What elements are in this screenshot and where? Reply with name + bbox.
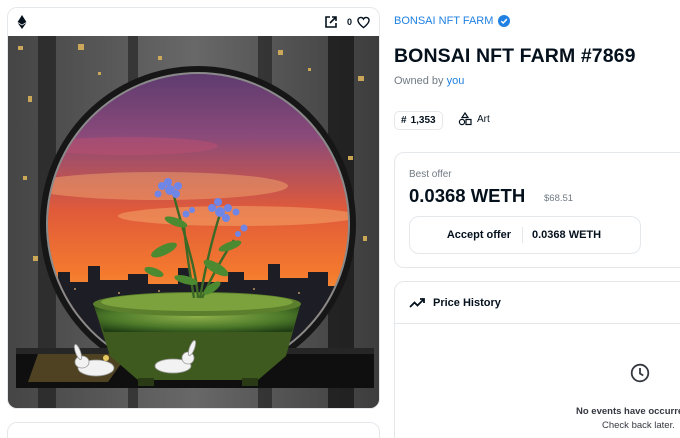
rank-badge[interactable]: # 1,353 — [394, 111, 443, 130]
nft-artwork[interactable] — [8, 36, 380, 409]
owner-row: Owned by you — [394, 75, 464, 87]
media-toolbar: 0 — [8, 8, 379, 36]
best-offer-price: 0.0368 WETH — [409, 185, 526, 206]
trending-icon — [409, 297, 425, 308]
price-history-title: Price History — [433, 296, 501, 309]
price-history-header[interactable]: Price History — [395, 282, 680, 324]
heart-icon[interactable] — [357, 16, 370, 29]
ethereum-icon — [17, 15, 27, 29]
rank-value: 1,353 — [410, 115, 436, 126]
best-offer-usd: $68.51 — [544, 193, 574, 204]
category-label: Art — [477, 113, 490, 125]
accept-offer-label: Accept offer — [446, 229, 511, 241]
clock-icon — [630, 363, 650, 383]
owner-prefix: Owned by — [394, 75, 444, 87]
empty-state-title: No events have occurre — [576, 406, 680, 417]
rank-hash: # — [401, 115, 407, 126]
favorite-count: 0 — [346, 17, 352, 27]
price-history-panel: Price History No events have occurre Che… — [394, 281, 680, 438]
collection-name[interactable]: BONSAI NFT FARM — [394, 15, 493, 27]
empty-state-subtitle: Check back later. — [602, 420, 675, 431]
accept-offer-button[interactable]: Accept offer 0.0368 WETH — [409, 216, 641, 254]
shapes-icon — [458, 112, 472, 126]
owner-link[interactable]: you — [447, 75, 465, 87]
media-card: 0 — [7, 7, 380, 409]
best-offer-label: Best offer — [409, 169, 452, 180]
category-tag[interactable]: Art — [458, 112, 490, 126]
item-title: BONSAI NFT FARM #7869 — [394, 45, 636, 67]
offer-card: Best offer 0.0368 WETH $68.51 Accept off… — [394, 152, 680, 268]
verified-badge-icon — [498, 15, 511, 27]
external-link-icon[interactable] — [324, 15, 338, 29]
collection-link[interactable]: BONSAI NFT FARM — [394, 15, 511, 27]
accept-offer-price: 0.0368 WETH — [532, 229, 602, 241]
details-card — [7, 422, 380, 438]
